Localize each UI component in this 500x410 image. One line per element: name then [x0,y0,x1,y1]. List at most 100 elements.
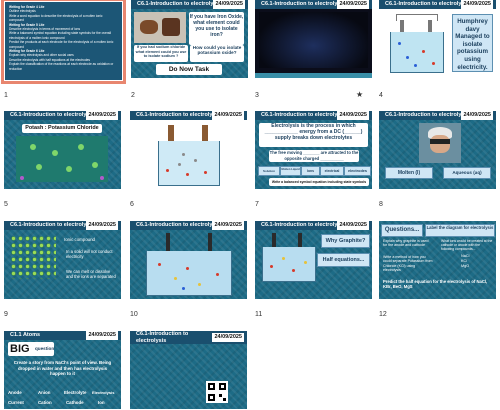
slide-title: C6.1-Introduction to electrolysis [261,112,346,118]
word-bank-item: electrodes [344,166,371,176]
question-box-1: If you have Iron Oxide, what element cou… [189,12,244,45]
electrolysis-definition: Electrolysis is the process in which ___… [259,123,368,147]
slide-thumbnail-10[interactable]: C6.1-Introduction to electrolysis 24/09/2… [130,221,247,299]
slide-date: 24/09/2025 [86,221,118,230]
half-equations-box: Half equations... [317,253,370,267]
slide-thumbnail-9[interactable]: C6.1-Introduction to electrolysis 24/09/2… [4,221,121,299]
story-prompt: Create a story from NaCl's point of view… [13,360,112,377]
graphite-question: Explain why graphite is used for the ano… [383,239,429,248]
ionic-lattice-image [10,235,56,279]
electrolysis-cell-diagram [138,233,238,297]
objective-line: Write a word equation to describe the el… [9,13,103,23]
slide-thumbnail-7[interactable]: C6.1-Introduction to electrolysis 24/09/2… [255,111,372,189]
slide-header: C6.1-Introduction to electrolysis 24/09/2… [4,221,121,230]
slide-footer [255,73,372,78]
slide-header: C6.1-Introduction to electrolysis 24/09/2… [255,0,372,9]
slide-title: C6.1-Introduction to electrolysis [10,222,95,228]
slide-date: 24/09/2025 [212,111,244,120]
keyword: Electrolyte [64,390,87,395]
animation-star-icon[interactable]: ★ [356,90,363,99]
slide-thumbnail-4[interactable]: C6.1-Introduction to electrolysis 24/09/2… [379,0,496,78]
aqueous-label: Aqueous (aq) [443,167,491,179]
slide-title: C1.1 Atoms [10,332,41,338]
compound-item: MgO [461,264,470,268]
slide-header: C6.1-Introduction to electrolysis 24/09/2… [131,0,248,9]
electrolysis-apparatus-image [382,12,452,76]
question-label: question [35,346,55,351]
slide-number: 3 [255,92,259,99]
slide-header: C6.1-Introduction to electrolysis 24/09/2… [379,0,496,9]
iron-oxide-image [134,12,186,43]
slide-number: 4 [379,92,383,99]
slide-thumbnail-11[interactable]: C6.1-Introduction to electrolysis 24/09/2… [255,221,372,299]
word-bank: Solution Molten Liquid Ions electrical e… [258,166,371,176]
do-now-task-banner: Do Now Task [156,64,222,75]
word-bank-item: Ions [301,166,320,176]
slide-date: 24/09/2025 [86,331,118,340]
slide-number: 8 [379,201,383,208]
slide-header: C6.1-Introduction to electrolysis 24/09/2… [130,111,247,120]
slide-number: 1 [4,92,8,99]
keyword-grid: Anode Anion Electrolyte Electrolysis Cur… [6,389,119,409]
slide-thumbnail-14[interactable]: C6.1-Introduction to electrolysis 24/09/2… [130,331,247,409]
electrolysis-cell-diagram [258,233,318,283]
keyword: Cation [38,400,52,405]
slide-title: C6.1-Introduction to electrolysis [137,1,222,7]
slide-number: 12 [379,311,387,318]
objective-line: Write a balanced symbol equation includi… [9,31,111,40]
slide-number: 9 [4,311,8,318]
slide-number: 10 [130,311,138,318]
slide-number: 2 [131,92,135,99]
slide-number: 5 [4,201,8,208]
question-box-2: If you had sodium chloride what element … [134,45,188,62]
slide-title: C6.1-Introduction to electrolysis [261,222,346,228]
solid-conduct-text: In a solid will not conduct electricity [66,249,113,259]
humphrey-davy-box: Humphrey davy Managed to isolate potassi… [452,14,493,72]
slide-date: 24/09/2025 [337,111,369,120]
predict-half-equation: Predict the half equation for the electr… [383,279,488,289]
slide-title: C6.1-Introduction to electrolysis [385,112,470,118]
keyword: Anion [38,390,51,395]
scientist-photo [419,123,461,163]
slide-thumbnail-13[interactable]: C1.1 Atoms 24/09/2025 BIG question Create… [4,331,121,409]
slide-title: C6.1-Introduction to electrolysis [136,331,189,344]
slide-header: C6.1-Introduction to electrolysis 24/09/2… [4,111,121,120]
melt-dissolve-text: We can melt or dissolve and the ions are… [66,269,116,279]
potassium-chloride-image [16,136,108,182]
slide-title: C6.1-Introduction to electrolysis [136,222,221,228]
slide-thumbnail-5[interactable]: C6.1-Introduction to electrolysis 24/09/2… [4,111,121,189]
molten-label: Molten (l) [385,167,433,179]
questions-label: Questions... [381,224,423,237]
slide-thumbnail-1[interactable]: Writing for Grade 4 Lite Outline electro… [1,0,126,84]
slide-thumbnail-12[interactable]: Questions... Label the diagram for elect… [379,221,496,299]
keyword: Current [8,400,24,405]
slide-date: 24/09/2025 [337,221,369,230]
word-bank-item: electrical [320,166,344,176]
slide-thumbnail-3[interactable]: C6.1-Introduction to electrolysis 24/09/2… [255,0,372,78]
slide-number: 11 [255,311,263,318]
question-box-3: How could you isolate potassium oxide? [190,45,244,62]
ion-flow-sentence: The free moving _______ are attracted to… [269,150,359,162]
word-bank-item: Solution [258,166,280,176]
slide-header: C6.1-Introduction to electrolysis 24/09/2… [255,221,372,230]
slide-header: C6.1-Introduction to electrolysis 24/09/2… [255,111,372,120]
potash-label: Potash : Potassium Chloride [22,124,102,133]
slide-header: C6.1-Introduction to electrolysis 24/09/2… [379,111,496,120]
slide-date: 24/09/2025 [212,221,244,230]
slide-date: 24/09/2025 [337,0,369,9]
ionic-compound-text: Ionic compound [64,237,95,242]
slide-number: 7 [255,201,259,208]
slide-number: 6 [130,201,134,208]
qr-code-image [206,381,228,403]
slide-thumbnail-6[interactable]: C6.1-Introduction to electrolysis 24/09/2… [130,111,247,189]
compound-list: NaCl KCl MgO [461,254,469,269]
ions-created-question: What ions would be created at the cathod… [441,239,493,252]
slide-title: C6.1-Introduction to electrolysis [261,1,346,7]
slide-header: C6.1-Introduction to electrolysis 24/09/2… [130,221,247,230]
slide-date: 24/09/2025 [461,111,493,120]
keyword: Electrolysis [92,390,115,395]
slide-thumbnail-2[interactable]: C6.1-Introduction to electrolysis 24/09/2… [131,0,248,78]
slide-1-objectives: Writing for Grade 4 Lite Outline electro… [9,5,118,71]
slide-thumbnail-8[interactable]: C6.1-Introduction to electrolysis 24/09/2… [379,111,496,189]
video-frame [259,12,368,68]
